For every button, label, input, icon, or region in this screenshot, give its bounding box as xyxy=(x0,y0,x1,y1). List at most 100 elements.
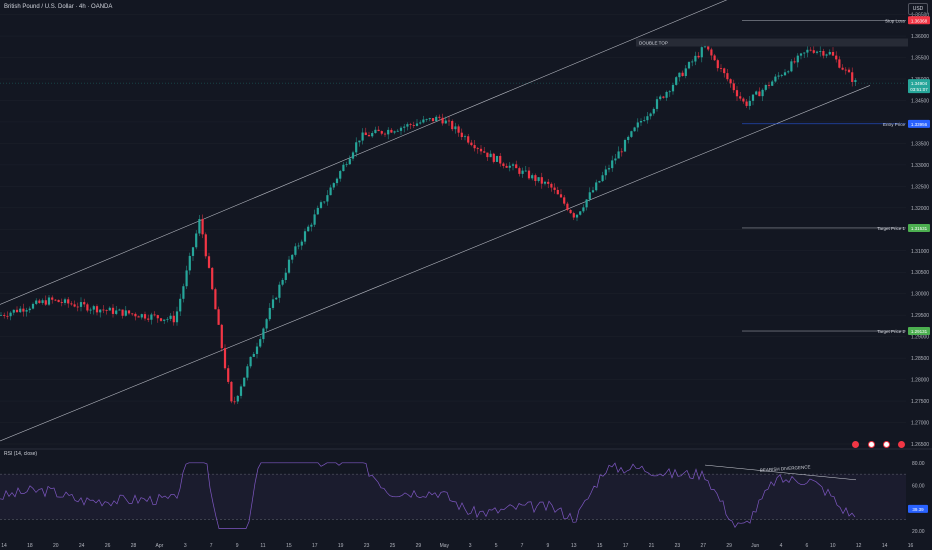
candle-body xyxy=(668,91,671,93)
candle-body xyxy=(486,152,489,158)
candle-body xyxy=(303,231,307,242)
candle-body xyxy=(323,201,326,203)
y-tick-label: 1.33500 xyxy=(911,141,929,147)
candle-body xyxy=(227,368,230,382)
candle-body xyxy=(643,120,646,122)
y-tick-label: 1.27500 xyxy=(911,399,929,405)
candle-body xyxy=(675,77,678,85)
candle-body xyxy=(342,164,345,172)
candle-body xyxy=(332,183,335,188)
candle-body xyxy=(54,299,57,301)
candle-body xyxy=(598,181,601,183)
candle-body xyxy=(102,309,105,311)
candle-body xyxy=(729,79,732,84)
candle-body xyxy=(3,314,6,316)
candle-body xyxy=(636,122,639,128)
candle-body xyxy=(179,298,182,312)
candle-body xyxy=(531,175,534,179)
candle-body xyxy=(700,47,703,58)
candle-body xyxy=(287,259,291,273)
candle-body xyxy=(639,121,643,123)
candle-body xyxy=(57,299,60,303)
x-tick-label: 9 xyxy=(547,543,550,549)
candle-body xyxy=(537,177,540,181)
candle-body xyxy=(828,51,831,55)
candle-body xyxy=(815,51,819,53)
candle-body xyxy=(335,178,339,184)
candle-body xyxy=(86,304,89,311)
candle-body xyxy=(502,163,505,166)
candle-body xyxy=(681,72,684,77)
flag-icon[interactable] xyxy=(898,441,905,448)
candle-body xyxy=(294,246,297,255)
x-tick-label: 23 xyxy=(675,543,681,549)
candle-body xyxy=(403,126,406,128)
candle-body xyxy=(735,90,739,97)
candle-body xyxy=(271,299,275,308)
candle-body xyxy=(252,353,255,357)
x-tick-label: 21 xyxy=(649,543,655,549)
candle-body xyxy=(345,164,348,166)
x-tick-label: 20 xyxy=(53,543,59,549)
double-top-box xyxy=(636,38,908,47)
candle-body xyxy=(60,302,63,303)
candle-body xyxy=(508,165,511,168)
candle-body xyxy=(188,255,191,271)
currency-button[interactable]: USD xyxy=(908,3,928,15)
candle-body xyxy=(687,62,691,69)
x-tick-label: 26 xyxy=(105,543,111,549)
candle-body xyxy=(438,116,441,118)
candle-body xyxy=(787,71,790,73)
candle-body xyxy=(361,132,364,141)
candle-body xyxy=(239,386,243,396)
x-tick-label: 4 xyxy=(780,543,783,549)
y-tick-label: 1.32500 xyxy=(911,184,929,190)
candle-body xyxy=(563,197,566,204)
level-price-value: 1.29131 xyxy=(911,329,928,334)
candle-body xyxy=(156,315,159,319)
candle-body xyxy=(515,164,518,169)
candle-body xyxy=(489,153,492,158)
price-chart[interactable]: 1.365001.360001.355001.350001.345001.340… xyxy=(0,0,932,550)
candle-body xyxy=(182,286,185,299)
candle-body xyxy=(191,247,195,256)
candle-body xyxy=(377,129,380,132)
x-tick-label: May xyxy=(440,543,450,549)
candle-body xyxy=(150,314,153,320)
candle-body xyxy=(809,49,812,51)
candle-body xyxy=(604,169,607,176)
x-tick-label: 25 xyxy=(390,543,396,549)
candle-body xyxy=(371,133,374,137)
double-top-label: DOUBLE TOP xyxy=(639,41,668,46)
candle-body xyxy=(233,401,236,403)
candle-body xyxy=(822,51,825,56)
x-tick-label: 29 xyxy=(726,543,732,549)
candle-body xyxy=(172,315,175,323)
candle-body xyxy=(755,91,758,95)
candle-body xyxy=(825,54,828,56)
y-tick-label: 1.27000 xyxy=(911,421,929,427)
candle-body xyxy=(796,55,799,63)
candle-body xyxy=(159,318,163,321)
level-price-value: 1.31531 xyxy=(911,226,928,231)
calendar-icon[interactable] xyxy=(868,441,875,448)
y-tick-label: 1.30500 xyxy=(911,270,929,276)
calendar-icon[interactable] xyxy=(883,441,890,448)
x-tick-label: 23 xyxy=(364,543,370,549)
candle-body xyxy=(310,224,313,227)
candle-body xyxy=(9,312,12,317)
candle-body xyxy=(364,132,367,136)
candle-body xyxy=(435,116,438,122)
candle-body xyxy=(518,168,521,174)
rsi-title: RSI (14, close) xyxy=(4,451,38,457)
x-tick-label: 17 xyxy=(623,543,629,549)
candle-body xyxy=(153,314,156,316)
candle-body xyxy=(79,302,83,307)
candle-body xyxy=(553,187,556,190)
flag-icon[interactable] xyxy=(852,441,859,448)
candle-body xyxy=(300,241,303,246)
candle-body xyxy=(351,152,355,159)
candle-body xyxy=(111,307,115,314)
candle-body xyxy=(243,377,246,387)
candle-body xyxy=(92,306,95,310)
